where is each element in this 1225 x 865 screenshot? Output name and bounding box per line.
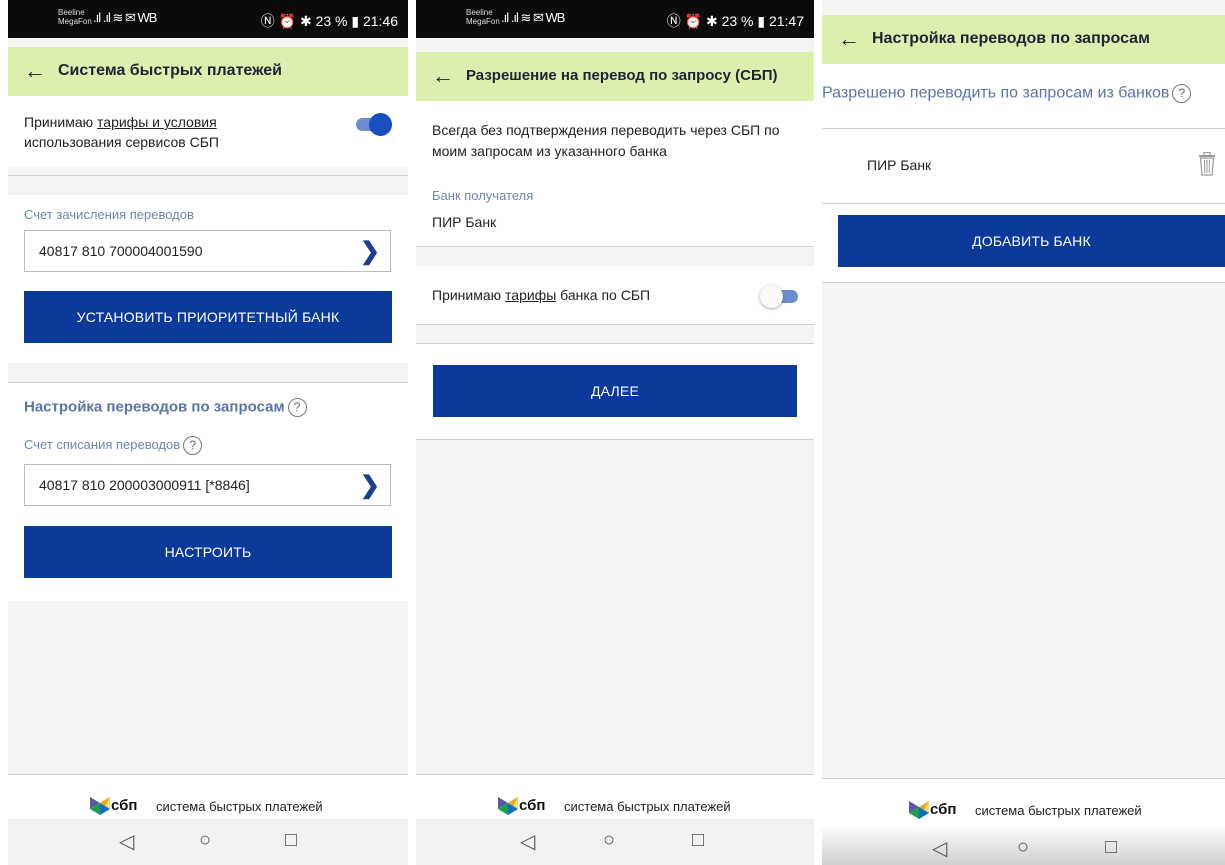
status-right: Ⓝ ⏰ ✱ 23 % ▮ 21:47 <box>666 13 804 29</box>
request-transfers-section: Настройка переводов по запросам? Счет сп… <box>8 383 408 601</box>
android-nav-bar: ◁ ○ □ <box>8 819 408 865</box>
status-bar: Beeline MegaFon .ıl .ıl ≋ ✉ WB Ⓝ ⏰ ✱ 23 … <box>8 0 408 38</box>
sbp-footer: сбп система быстрых платежей <box>416 774 814 820</box>
help-icon[interactable]: ? <box>287 398 307 417</box>
sbp-footer: сбп система быстрых платежей <box>822 778 1225 828</box>
back-arrow-icon[interactable]: ← <box>432 63 454 89</box>
permission-section: Всегда без подтверждения переводить чере… <box>416 101 814 246</box>
nav-recent-icon[interactable]: □ <box>285 829 297 852</box>
accept-terms-text: Принимаю тарифы и условия <box>24 114 217 130</box>
set-priority-bank-button[interactable]: УСТАНОВИТЬ ПРИОРИТЕТНЫЙ БАНК <box>24 291 392 343</box>
recipient-bank-label: Банк получателя <box>432 188 534 203</box>
nav-back-icon[interactable]: ◁ <box>932 836 947 861</box>
nav-back-icon[interactable]: ◁ <box>520 829 535 854</box>
app-bar: ← Система быстрых платежей <box>8 47 408 96</box>
carrier-bottom: MegaFon <box>466 17 500 26</box>
help-icon[interactable]: ? <box>183 436 203 455</box>
credit-account-field[interactable]: 40817 810 700004001590 ❯ <box>24 230 391 272</box>
sbp-brand: сбп <box>519 797 546 814</box>
back-arrow-icon[interactable]: ← <box>838 26 860 52</box>
nav-back-icon[interactable]: ◁ <box>119 829 134 854</box>
next-section: ДАЛЕЕ <box>416 344 814 439</box>
screen-request-permission: Beeline MegaFon .ıl .ıl ≋ ✉ WB Ⓝ ⏰ ✱ 23 … <box>416 0 814 865</box>
page-title: Разрешение на перевод по запросу (СБП) <box>466 67 778 84</box>
page-title: Настройка переводов по запросам <box>872 30 1150 47</box>
divider <box>416 246 814 247</box>
app-bar: ← Разрешение на перевод по запросу (СБП) <box>416 52 814 101</box>
tariffs-link[interactable]: тарифы <box>505 287 556 303</box>
back-arrow-icon[interactable]: ← <box>24 58 46 84</box>
nav-recent-icon[interactable]: □ <box>692 829 704 852</box>
description-line2: моим запросам из указанного банка <box>432 143 667 159</box>
sbp-brand-text: система быстрых платежей <box>564 799 731 814</box>
nav-home-icon[interactable]: ○ <box>1017 836 1029 859</box>
bank-name: ПИР Банк <box>867 157 932 173</box>
carrier-top: Beeline <box>466 8 493 17</box>
carrier-names: Beeline MegaFon <box>58 8 92 26</box>
debit-account-field[interactable]: 40817 810 200003000911 [*8846] ❯ <box>24 464 391 506</box>
nav-recent-icon[interactable]: □ <box>1105 836 1117 859</box>
sbp-logo-icon <box>498 797 518 815</box>
allowed-banks-header: Разрешено переводить по запросам из банк… <box>822 64 1225 128</box>
sbp-brand: сбп <box>930 801 957 818</box>
nav-home-icon[interactable]: ○ <box>603 829 615 852</box>
divider <box>822 282 1225 283</box>
screen-request-banks: ← Настройка переводов по запросам Разреш… <box>822 0 1225 865</box>
sbp-brand-text: система быстрых платежей <box>975 803 1142 818</box>
allowed-banks-heading: Разрешено переводить по запросам из банк… <box>822 84 1192 103</box>
chevron-right-icon: ❯ <box>359 472 380 499</box>
debit-account-value: 40817 810 200003000911 [*8846] <box>39 477 250 493</box>
trash-icon[interactable] <box>1198 152 1216 176</box>
credit-account-section: Счет зачисления переводов 40817 810 7000… <box>8 195 408 363</box>
accept-terms-toggle[interactable] <box>352 112 392 136</box>
sbp-footer: сбп система быстрых платежей <box>8 774 408 820</box>
signal-icons: .ıl .ıl ≋ ✉ WB <box>501 10 565 25</box>
signal-icons: .ıl .ıl ≋ ✉ WB <box>93 10 157 25</box>
page-title: Система быстрых платежей <box>58 62 282 79</box>
app-bar: ← Настройка переводов по запросам <box>822 15 1225 64</box>
status-bar: Beeline MegaFon .ıl .ıl ≋ ✉ WB Ⓝ ⏰ ✱ 23 … <box>416 0 814 38</box>
add-bank-section: ДОБАВИТЬ БАНК <box>822 204 1225 282</box>
add-bank-button[interactable]: ДОБАВИТЬ БАНК <box>838 215 1225 267</box>
credit-account-label: Счет зачисления переводов <box>24 207 194 222</box>
screen-sbp-settings: Beeline MegaFon .ıl .ıl ≋ ✉ WB Ⓝ ⏰ ✱ 23 … <box>8 0 408 865</box>
sbp-brand-text: система быстрых платежей <box>156 799 323 814</box>
terms-link[interactable]: тарифы и условия <box>97 114 217 130</box>
divider <box>8 175 408 176</box>
accept-terms-line2: использования сервисов СБП <box>24 134 219 150</box>
android-nav-bar: ◁ ○ □ <box>416 819 814 865</box>
accept-tariffs-toggle[interactable] <box>760 284 800 308</box>
status-right: Ⓝ ⏰ ✱ 23 % ▮ 21:46 <box>260 13 398 29</box>
sbp-brand: сбп <box>111 797 138 814</box>
help-icon[interactable]: ? <box>1172 84 1192 103</box>
credit-account-value: 40817 810 700004001590 <box>39 243 203 259</box>
configure-button[interactable]: НАСТРОИТЬ <box>24 526 392 578</box>
recipient-bank-value: ПИР Банк <box>432 214 497 230</box>
carrier-names: Beeline MegaFon <box>466 8 500 26</box>
carrier-top: Beeline <box>58 8 85 17</box>
android-nav-bar: ◁ ○ □ <box>822 828 1225 865</box>
request-transfers-heading: Настройка переводов по запросам? <box>24 398 307 417</box>
description-line1: Всегда без подтверждения переводить чере… <box>432 122 780 138</box>
accept-tariffs-text: Принимаю тарифы банка по СБП <box>432 287 651 303</box>
divider <box>416 324 814 325</box>
divider <box>416 439 814 440</box>
nav-home-icon[interactable]: ○ <box>199 829 211 852</box>
carrier-bottom: MegaFon <box>58 17 92 26</box>
accept-tariffs-section: Принимаю тарифы банка по СБП <box>416 266 814 324</box>
accept-terms-section: Принимаю тарифы и условия использования … <box>8 96 408 167</box>
sbp-logo-icon <box>90 797 110 815</box>
debit-account-label: Счет списания переводов? <box>24 436 203 455</box>
chevron-right-icon: ❯ <box>359 238 380 265</box>
next-button[interactable]: ДАЛЕЕ <box>433 365 797 417</box>
bank-list-item: ПИР Банк <box>822 129 1225 203</box>
sbp-logo-icon <box>909 801 929 819</box>
